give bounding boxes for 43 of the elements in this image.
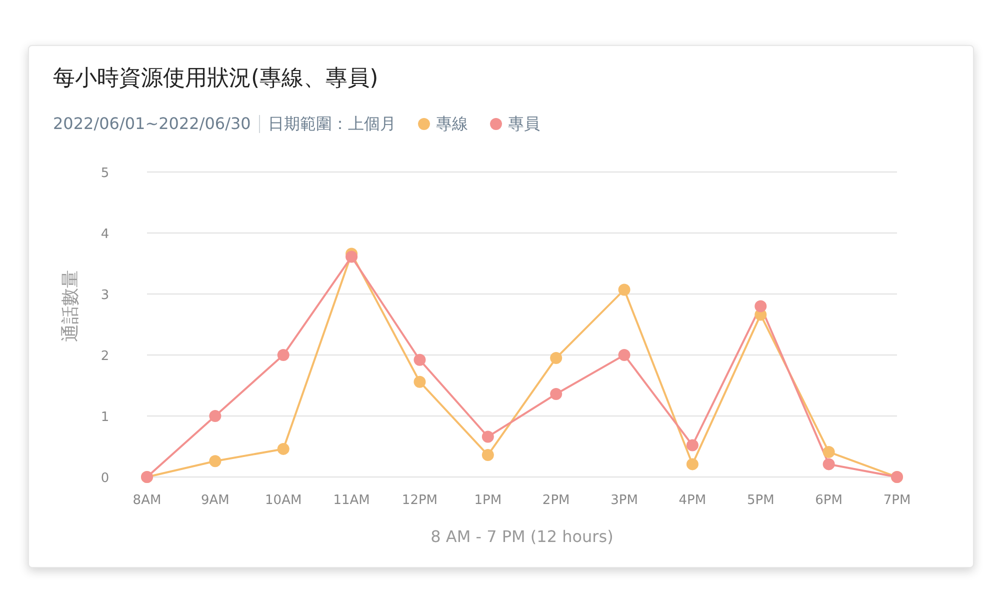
x-tick-label: 5PM xyxy=(746,493,774,508)
card-title: 每小時資源使用狀況(專線、專員) xyxy=(53,65,380,93)
data-point xyxy=(277,349,290,361)
data-point xyxy=(482,430,494,443)
x-tick-label: 3PM xyxy=(610,493,638,508)
data-point xyxy=(550,388,562,400)
legend-label: 專線 xyxy=(436,113,468,135)
x-tick-label: 9AM xyxy=(200,493,230,508)
y-tick-label: 5 xyxy=(100,166,110,181)
y-axis-title: 通話數量 xyxy=(60,270,81,342)
range-label: 日期範圍：上個月 xyxy=(268,113,396,135)
data-point xyxy=(686,458,698,470)
x-tick-label: 4PM xyxy=(678,493,706,508)
x-tick-label: 10AM xyxy=(265,493,302,508)
x-tick-label: 1PM xyxy=(474,493,502,508)
data-point xyxy=(822,458,835,470)
data-point xyxy=(618,349,630,361)
x-tick-label: 12PM xyxy=(402,493,438,508)
data-point xyxy=(414,354,426,366)
date-range: 2022/06/01~2022/06/30 xyxy=(53,113,251,135)
legend-label: 專員 xyxy=(508,113,540,135)
data-point xyxy=(277,442,290,455)
y-tick-label: 3 xyxy=(100,288,110,303)
y-tick-label: 0 xyxy=(100,471,110,486)
x-tick-label: 8AM xyxy=(132,493,162,508)
data-point xyxy=(822,446,835,458)
data-point xyxy=(686,439,698,452)
data-point xyxy=(754,300,767,312)
data-point xyxy=(482,449,494,462)
y-tick-label: 1 xyxy=(100,410,110,425)
x-tick-label: 7PM xyxy=(883,493,911,508)
data-point xyxy=(209,410,222,422)
data-point xyxy=(414,376,426,388)
x-axis-title: 8 AM - 7 PM (12 hours) xyxy=(430,527,614,546)
data-point xyxy=(618,284,630,296)
x-tick-label: 6PM xyxy=(815,493,842,508)
x-tick-label: 11AM xyxy=(333,493,370,508)
y-tick-label: 4 xyxy=(100,227,110,242)
x-tick-label: 2PM xyxy=(542,493,570,508)
data-point xyxy=(550,352,562,364)
data-point xyxy=(346,250,358,263)
y-tick-label: 2 xyxy=(100,349,110,364)
data-point xyxy=(209,455,222,468)
